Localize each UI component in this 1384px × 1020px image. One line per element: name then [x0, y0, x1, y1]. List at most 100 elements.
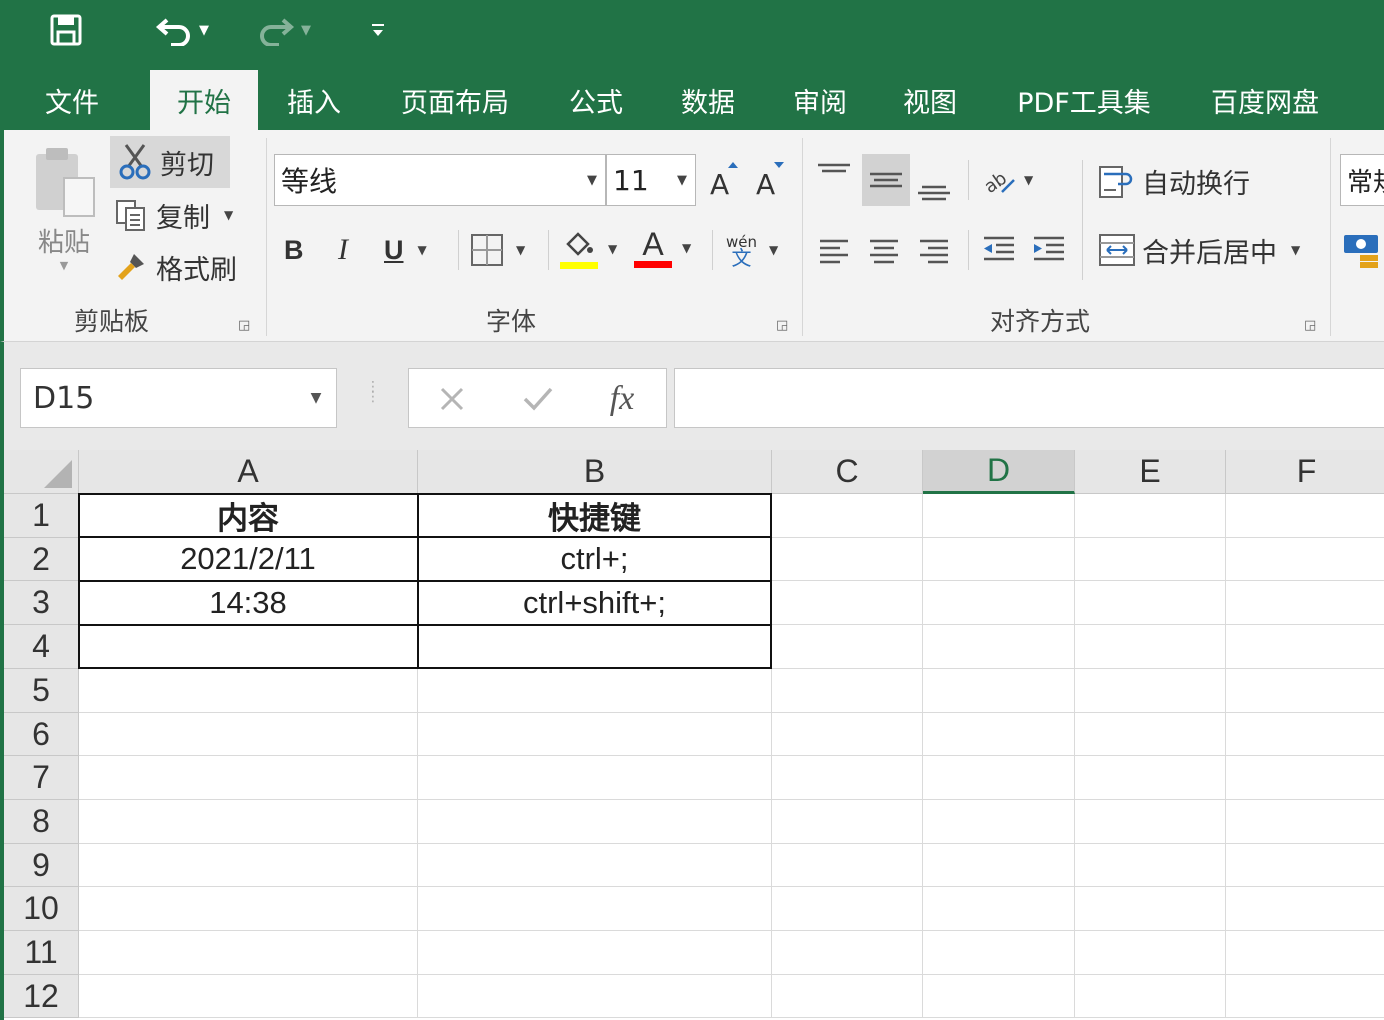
- cell-b2[interactable]: ctrl+;: [418, 538, 772, 581]
- cell-b9[interactable]: [418, 844, 772, 887]
- name-box[interactable]: D15 ▼: [20, 368, 337, 428]
- cell-a4[interactable]: [79, 625, 418, 669]
- bold-button[interactable]: B: [284, 228, 314, 272]
- format-painter-button[interactable]: 格式刷: [114, 244, 254, 290]
- align-left-button[interactable]: [816, 228, 858, 272]
- cell-a2[interactable]: 2021/2/11: [79, 538, 418, 581]
- cut-button[interactable]: 剪切: [110, 136, 230, 188]
- cell-f7[interactable]: [1226, 756, 1384, 800]
- font-name-dropdown[interactable]: 等线 ▼: [274, 154, 606, 206]
- tab-insert[interactable]: 插入: [272, 70, 356, 130]
- chevron-down-icon[interactable]: ▼: [769, 243, 778, 257]
- cell-c11[interactable]: [772, 931, 923, 975]
- phonetic-guide-button[interactable]: wén 文 ▼: [726, 226, 790, 274]
- align-right-button[interactable]: [916, 228, 958, 272]
- cell-c1[interactable]: [772, 494, 923, 538]
- cell-f2[interactable]: [1226, 538, 1384, 581]
- cell-c6[interactable]: [772, 713, 923, 756]
- row-header-5[interactable]: 5: [4, 669, 79, 713]
- column-header-f[interactable]: F: [1226, 450, 1384, 494]
- cell-f11[interactable]: [1226, 931, 1384, 975]
- font-color-button[interactable]: A ▼: [634, 224, 700, 272]
- tab-home[interactable]: 开始: [150, 70, 258, 130]
- cell-c5[interactable]: [772, 669, 923, 713]
- cell-a1[interactable]: 内容: [79, 494, 418, 538]
- cell-a6[interactable]: [79, 713, 418, 756]
- cell-b5[interactable]: [418, 669, 772, 713]
- tab-pdf-tools[interactable]: PDF工具集: [1002, 70, 1166, 130]
- cell-f5[interactable]: [1226, 669, 1384, 713]
- cell-b8[interactable]: [418, 800, 772, 844]
- chevron-down-icon[interactable]: ▼: [608, 242, 617, 256]
- cell-e1[interactable]: [1075, 494, 1226, 538]
- number-format-dropdown[interactable]: 常规: [1340, 154, 1384, 206]
- cell-f8[interactable]: [1226, 800, 1384, 844]
- cell-a5[interactable]: [79, 669, 418, 713]
- fill-color-button[interactable]: ▼: [560, 226, 626, 272]
- cell-b1[interactable]: 快捷键: [418, 494, 772, 538]
- row-header-10[interactable]: 10: [4, 887, 79, 931]
- italic-button[interactable]: I: [338, 228, 368, 272]
- cell-a7[interactable]: [79, 756, 418, 800]
- cell-c2[interactable]: [772, 538, 923, 581]
- cell-f12[interactable]: [1226, 975, 1384, 1018]
- accounting-format-button[interactable]: [1342, 228, 1384, 272]
- align-center-button[interactable]: [866, 228, 908, 272]
- cell-b7[interactable]: [418, 756, 772, 800]
- formula-input[interactable]: [674, 368, 1384, 428]
- row-header-9[interactable]: 9: [4, 844, 79, 887]
- cell-a8[interactable]: [79, 800, 418, 844]
- row-header-3[interactable]: 3: [4, 581, 79, 625]
- cell-d7[interactable]: [923, 756, 1075, 800]
- increase-indent-button[interactable]: [1030, 228, 1072, 272]
- tab-data[interactable]: 数据: [666, 70, 750, 130]
- row-header-8[interactable]: 8: [4, 800, 79, 844]
- cell-e9[interactable]: [1075, 844, 1226, 887]
- column-header-c[interactable]: C: [772, 450, 923, 494]
- cell-e10[interactable]: [1075, 887, 1226, 931]
- chevron-down-icon[interactable]: ▼: [224, 208, 233, 222]
- resize-grip-icon[interactable]: ⋮ ⋮: [366, 380, 380, 404]
- dialog-launcher-icon[interactable]: ◲: [1304, 318, 1320, 334]
- cell-c9[interactable]: [772, 844, 923, 887]
- cell-d6[interactable]: [923, 713, 1075, 756]
- row-header-1[interactable]: 1: [4, 494, 79, 538]
- cell-e8[interactable]: [1075, 800, 1226, 844]
- chevron-down-icon[interactable]: ▼: [1291, 243, 1300, 257]
- orientation-button[interactable]: ab ▼: [982, 156, 1046, 204]
- dialog-launcher-icon[interactable]: ◲: [238, 318, 254, 334]
- row-header-2[interactable]: 2: [4, 538, 79, 581]
- column-header-e[interactable]: E: [1075, 450, 1226, 494]
- cell-e3[interactable]: [1075, 581, 1226, 625]
- cell-a9[interactable]: [79, 844, 418, 887]
- row-header-11[interactable]: 11: [4, 931, 79, 975]
- decrease-indent-button[interactable]: [980, 228, 1022, 272]
- chevron-down-icon[interactable]: ▼: [682, 241, 691, 255]
- row-header-12[interactable]: 12: [4, 975, 79, 1018]
- decrease-font-size-button[interactable]: A: [754, 160, 788, 200]
- cell-e11[interactable]: [1075, 931, 1226, 975]
- increase-font-size-button[interactable]: A: [708, 160, 742, 200]
- cell-d9[interactable]: [923, 844, 1075, 887]
- chevron-down-icon[interactable]: ▼: [296, 390, 336, 406]
- insert-function-button[interactable]: fx: [597, 377, 647, 421]
- cell-e7[interactable]: [1075, 756, 1226, 800]
- confirm-entry-button[interactable]: [513, 377, 563, 421]
- undo-button[interactable]: ▼: [142, 10, 222, 50]
- tab-file[interactable]: 文件: [30, 70, 114, 130]
- cell-d8[interactable]: [923, 800, 1075, 844]
- select-all-button[interactable]: [4, 450, 79, 494]
- bottom-align-button[interactable]: [916, 164, 958, 208]
- cell-f10[interactable]: [1226, 887, 1384, 931]
- cell-c12[interactable]: [772, 975, 923, 1018]
- column-header-a[interactable]: A: [79, 450, 418, 494]
- cell-e5[interactable]: [1075, 669, 1226, 713]
- tab-baidu-netdisk[interactable]: 百度网盘: [1196, 70, 1334, 130]
- cell-c10[interactable]: [772, 887, 923, 931]
- row-header-4[interactable]: 4: [4, 625, 79, 669]
- dialog-launcher-icon[interactable]: ◲: [776, 318, 792, 334]
- cell-b11[interactable]: [418, 931, 772, 975]
- cell-d10[interactable]: [923, 887, 1075, 931]
- cell-b4[interactable]: [418, 625, 772, 669]
- chevron-down-icon[interactable]: ▼: [418, 243, 427, 257]
